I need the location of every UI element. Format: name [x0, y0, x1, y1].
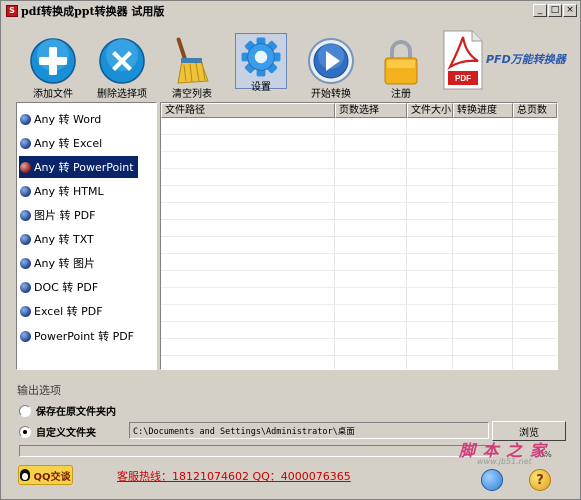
bottom-icons: ?	[481, 469, 551, 491]
lock-icon	[384, 40, 418, 85]
type-image-to-pdf[interactable]: 图片 转 PDF	[19, 204, 99, 226]
clear-list-button[interactable]: 清空列表	[157, 31, 227, 100]
brand-name: PFD万能转换器	[486, 53, 566, 66]
radio-custom[interactable]	[19, 425, 31, 438]
pdf-file-icon: PDF	[443, 30, 483, 90]
type-label: Any 转 TXT	[34, 233, 94, 246]
app-window: S pdf转换成ppt转换器 试用版 _ □ × 添加文件 删除选择项 清空列表…	[0, 0, 581, 500]
output-path-field[interactable]: C:\Documents and Settings\Administrator\…	[129, 422, 489, 439]
qq-chat-label: QQ交谈	[33, 471, 71, 483]
settings-button[interactable]: 设置	[235, 33, 287, 93]
option-custom-label: 自定义文件夹	[36, 428, 96, 439]
column-header-file-size[interactable]: 文件大小	[407, 103, 453, 118]
type-label: PowerPoint 转 PDF	[34, 330, 134, 343]
add-files-button[interactable]: 添加文件	[18, 31, 88, 100]
plus-icon	[30, 38, 76, 84]
column-divider	[334, 118, 335, 369]
clear-list-label: 清空列表	[172, 89, 212, 100]
bullet-icon	[20, 161, 31, 173]
remove-selected-button[interactable]: 删除选择项	[87, 31, 157, 100]
option-original-folder[interactable]: 保存在原文件夹内	[19, 403, 116, 418]
delete-x-icon	[99, 38, 145, 84]
type-any-to-excel[interactable]: Any 转 Excel	[19, 132, 106, 154]
start-convert-button[interactable]: 开始转换	[296, 31, 366, 100]
bullet-icon	[20, 209, 31, 221]
type-label: Any 转 Excel	[34, 137, 103, 150]
support-hotline-link[interactable]: 客服热线：18121074602 QQ：4000076365	[117, 468, 351, 484]
globe-icon[interactable]	[481, 469, 503, 491]
table-header: 文件路径 页数选择 文件大小 转换进度 总页数	[161, 103, 557, 118]
type-any-to-word[interactable]: Any 转 Word	[19, 108, 105, 130]
register-label: 注册	[391, 89, 411, 100]
type-powerpoint-to-pdf[interactable]: PowerPoint 转 PDF	[19, 325, 138, 347]
type-any-to-txt[interactable]: Any 转 TXT	[19, 228, 98, 250]
title-bar[interactable]: S pdf转换成ppt转换器 试用版 _ □ ×	[2, 2, 579, 20]
settings-label: 设置	[251, 82, 271, 93]
type-label: Excel 转 PDF	[34, 305, 103, 318]
bullet-icon	[20, 185, 31, 197]
conversion-progress-bar	[19, 445, 493, 457]
type-any-to-html[interactable]: Any 转 HTML	[19, 180, 108, 202]
close-button[interactable]: ×	[563, 4, 577, 17]
pdf-badge: PDF	[455, 74, 471, 83]
brand-logo: PDF PFD万能转换器	[442, 29, 581, 99]
conversion-type-list: Any 转 Word Any 转 Excel Any 转 PowerPoint …	[16, 102, 157, 370]
column-divider	[512, 118, 513, 369]
remove-selected-label: 删除选择项	[97, 89, 147, 100]
bullet-icon	[20, 137, 31, 149]
radio-original[interactable]	[19, 404, 31, 417]
bullet-icon	[20, 257, 31, 269]
app-icon: S	[6, 5, 18, 17]
table-body[interactable]	[161, 118, 557, 369]
play-icon	[308, 38, 354, 84]
column-divider	[406, 118, 407, 369]
bullet-icon	[20, 281, 31, 293]
start-convert-label: 开始转换	[311, 89, 351, 100]
bullet-icon	[20, 330, 31, 342]
column-header-page-select[interactable]: 页数选择	[335, 103, 407, 118]
type-label: DOC 转 PDF	[34, 281, 99, 294]
option-original-label: 保存在原文件夹内	[36, 407, 116, 418]
output-options-title: 输出选项	[17, 384, 61, 397]
broom-icon	[176, 37, 209, 84]
column-header-progress[interactable]: 转换进度	[453, 103, 513, 118]
bullet-icon	[20, 233, 31, 245]
type-any-to-powerpoint[interactable]: Any 转 PowerPoint	[19, 156, 138, 178]
column-divider	[452, 118, 453, 369]
help-icon[interactable]: ?	[529, 469, 551, 491]
column-header-total-pages[interactable]: 总页数	[513, 103, 557, 118]
qq-penguin-icon	[20, 469, 31, 481]
type-excel-to-pdf[interactable]: Excel 转 PDF	[19, 300, 107, 322]
type-label: Any 转 Word	[34, 113, 102, 126]
bullet-icon	[20, 305, 31, 317]
type-label: 图片 转 PDF	[34, 209, 96, 222]
type-label: Any 转 图片	[34, 257, 95, 270]
column-header-path[interactable]: 文件路径	[161, 103, 335, 118]
type-label: Any 转 HTML	[34, 185, 104, 198]
type-doc-to-pdf[interactable]: DOC 转 PDF	[19, 276, 102, 298]
toolbar: 添加文件 删除选择项 清空列表 设置 开始转换 注册 PDF PFD万能转换器	[2, 21, 581, 100]
option-custom-folder[interactable]: 自定义文件夹	[19, 424, 96, 439]
qq-chat-button[interactable]: QQ交谈	[18, 465, 73, 485]
minimize-button[interactable]: _	[533, 4, 547, 17]
type-label: Any 转 PowerPoint	[34, 161, 134, 174]
maximize-button[interactable]: □	[548, 4, 562, 17]
type-any-to-image[interactable]: Any 转 图片	[19, 252, 99, 274]
window-controls: _ □ ×	[533, 4, 577, 17]
window-title: pdf转换成ppt转换器 试用版	[21, 5, 165, 18]
watermark-url: www.jb51.net	[477, 457, 532, 466]
bullet-icon	[20, 113, 31, 125]
gear-icon	[241, 37, 281, 77]
add-files-label: 添加文件	[33, 89, 73, 100]
register-button[interactable]: 注册	[366, 31, 436, 100]
file-table[interactable]: 文件路径 页数选择 文件大小 转换进度 总页数	[160, 102, 558, 370]
